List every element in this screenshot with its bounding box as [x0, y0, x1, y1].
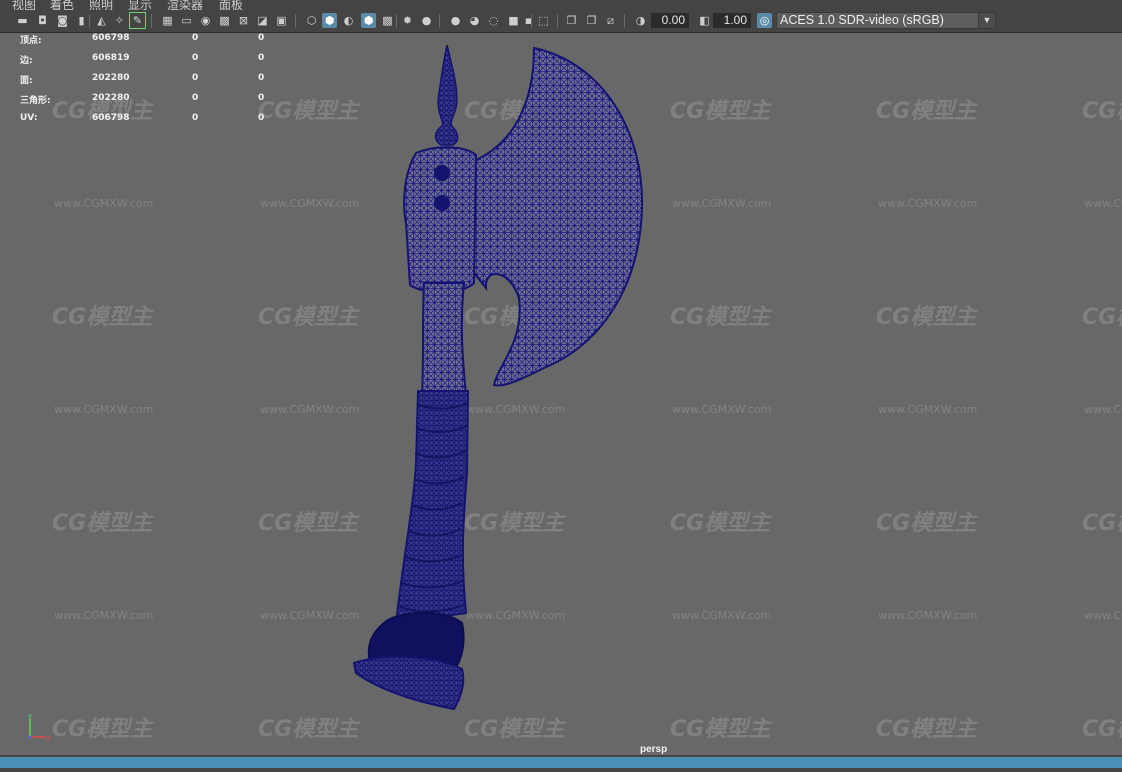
- color-management-label: ACES 1.0 SDR-video (sRGB): [780, 13, 944, 27]
- hud-value: 0: [192, 73, 199, 83]
- hud-value: 606798: [92, 113, 130, 123]
- resolution-gate-icon[interactable]: ◉: [198, 13, 213, 28]
- xray-icon[interactable]: ❐: [564, 13, 579, 28]
- depth-of-field-icon[interactable]: ■: [506, 13, 521, 28]
- hud-value: 202280: [92, 73, 130, 83]
- axe-blade: [464, 46, 644, 387]
- hud-label: 面:: [20, 76, 33, 86]
- camera-select-icon[interactable]: ▬: [15, 13, 30, 28]
- axe-wireframe-model[interactable]: [4, 33, 1122, 755]
- hud-value: 0: [192, 93, 199, 103]
- menu-shading[interactable]: 着色: [50, 0, 74, 10]
- exposure-icon[interactable]: ◑: [633, 13, 648, 28]
- motion-blur-icon[interactable]: ◕: [467, 13, 482, 28]
- pencil-icon[interactable]: ✎: [129, 12, 146, 29]
- textured-icon[interactable]: ▩: [380, 13, 395, 28]
- exposure-field[interactable]: 0.00: [651, 13, 689, 28]
- menu-renderer[interactable]: 渲染器: [167, 0, 203, 10]
- hud-value: 0: [258, 73, 265, 83]
- axis-y-label: y: [28, 713, 32, 720]
- menu-show[interactable]: 显示: [128, 0, 152, 10]
- smooth-shade-icon[interactable]: ⬢: [322, 13, 337, 28]
- xray-components-icon[interactable]: ⧄: [603, 13, 618, 28]
- wireframe-on-shaded-icon[interactable]: ⬢: [361, 13, 376, 28]
- menu-view[interactable]: 视图: [12, 0, 36, 10]
- timeline-strip: [0, 757, 1122, 768]
- safe-action-icon[interactable]: ◪: [255, 13, 270, 28]
- gamma-icon[interactable]: ◧: [697, 13, 712, 28]
- hud-value: 202280: [92, 93, 130, 103]
- hud-value: 606798: [92, 33, 130, 43]
- film-gate-icon[interactable]: ▭: [179, 13, 194, 28]
- grease-pencil-icon[interactable]: ✧: [112, 13, 127, 28]
- screen-space-ao-icon[interactable]: ●: [448, 13, 463, 28]
- hud-value: 0: [258, 93, 265, 103]
- gamma-field[interactable]: 1.00: [713, 13, 751, 28]
- 2d-pan-zoom-icon[interactable]: ◭: [94, 13, 109, 28]
- hud-value: 0: [258, 33, 265, 43]
- shadows-icon[interactable]: ●: [419, 13, 434, 28]
- lights-icon[interactable]: ✹: [400, 13, 415, 28]
- default-material-icon[interactable]: ◐: [341, 13, 356, 28]
- grid-icon[interactable]: ▦: [160, 13, 175, 28]
- hud-label: 三角形:: [20, 96, 51, 106]
- anti-aliasing-icon[interactable]: ◌: [486, 13, 501, 28]
- hud-value: 606819: [92, 53, 130, 63]
- panel-toolbar: ▬ ◘ ◙ ▮ ◭ ✧ ✎ ▦ ▭ ◉ ▩ ⊠ ◪ ▣ ⬡ ⬢ ◐ ⬢ ▩ ✹ …: [0, 10, 1122, 33]
- axis-gizmo: y x: [28, 713, 51, 742]
- chevron-down-icon[interactable]: ▼: [978, 13, 995, 28]
- isolate-select-icon[interactable]: ⬚: [536, 13, 551, 28]
- status-bar: [0, 755, 1122, 772]
- hud-value: 0: [258, 113, 265, 123]
- color-management-icon[interactable]: ◎: [757, 13, 772, 28]
- layer-icon[interactable]: ▪: [521, 13, 536, 28]
- image-plane-icon[interactable]: ◙: [55, 13, 70, 28]
- hud-value: 0: [192, 53, 199, 63]
- perspective-viewport[interactable]: CG模型主CG模型主CG模型主CG模型主CG模型主CG模型主CG模型主CG模型主…: [4, 33, 1122, 755]
- camera-attributes-icon[interactable]: ◘: [35, 13, 50, 28]
- bookmark-icon[interactable]: ▮: [74, 13, 89, 28]
- wireframe-icon[interactable]: ⬡: [304, 13, 319, 28]
- axe-pommel-base: [352, 655, 465, 711]
- hud-label: 顶点:: [20, 36, 42, 46]
- hud-value: 0: [192, 33, 199, 43]
- safe-title-icon[interactable]: ▣: [274, 13, 289, 28]
- axis-x-label: x: [47, 734, 51, 742]
- axe-rivet-bottom: [434, 195, 450, 211]
- hud-label: UV:: [20, 113, 38, 123]
- hud-value: 0: [192, 113, 199, 123]
- menu-lighting[interactable]: 照明: [89, 0, 113, 10]
- menu-bar: 视图 着色 照明 显示 渲染器 面板: [0, 0, 1122, 10]
- axe-shaft-upper: [420, 282, 468, 396]
- color-management-select[interactable]: ACES 1.0 SDR-video (sRGB) ▼: [776, 12, 996, 29]
- menu-panels[interactable]: 面板: [219, 0, 243, 10]
- hud-label: 边:: [20, 56, 33, 66]
- hud-value: 0: [258, 53, 265, 63]
- axe-rivet-top: [434, 165, 450, 181]
- gate-mask-icon[interactable]: ▩: [217, 13, 232, 28]
- xray-joints-icon[interactable]: ❐: [584, 13, 599, 28]
- field-chart-icon[interactable]: ⊠: [236, 13, 251, 28]
- axe-spike: [434, 44, 459, 146]
- camera-name-label: persp: [640, 744, 668, 755]
